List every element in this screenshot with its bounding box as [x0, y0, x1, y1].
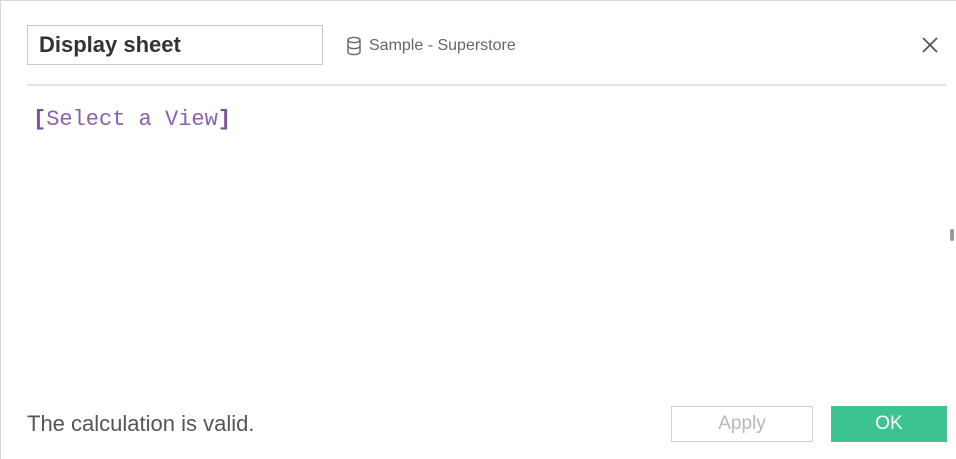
formula-editor[interactable]: [Select a View] [27, 87, 946, 387]
apply-button[interactable]: Apply [671, 406, 813, 442]
formula-open-bracket: [ [33, 107, 47, 132]
database-icon [347, 36, 361, 56]
formula-close-bracket: ] [217, 107, 232, 132]
validation-status: The calculation is valid. [27, 411, 255, 436]
ok-button[interactable]: OK [831, 406, 947, 442]
editor-scroll-handle[interactable] [950, 229, 954, 241]
header-divider [27, 84, 946, 86]
close-icon[interactable] [920, 35, 940, 55]
formula-field-reference: Select a View [46, 107, 218, 132]
calculation-dialog: Display sheet Sample - Superstore [Selec… [0, 0, 956, 459]
datasource-indicator: Sample - Superstore [345, 35, 516, 57]
datasource-label: Sample - Superstore [369, 37, 516, 54]
calculation-name-input[interactable]: Display sheet [27, 25, 323, 65]
